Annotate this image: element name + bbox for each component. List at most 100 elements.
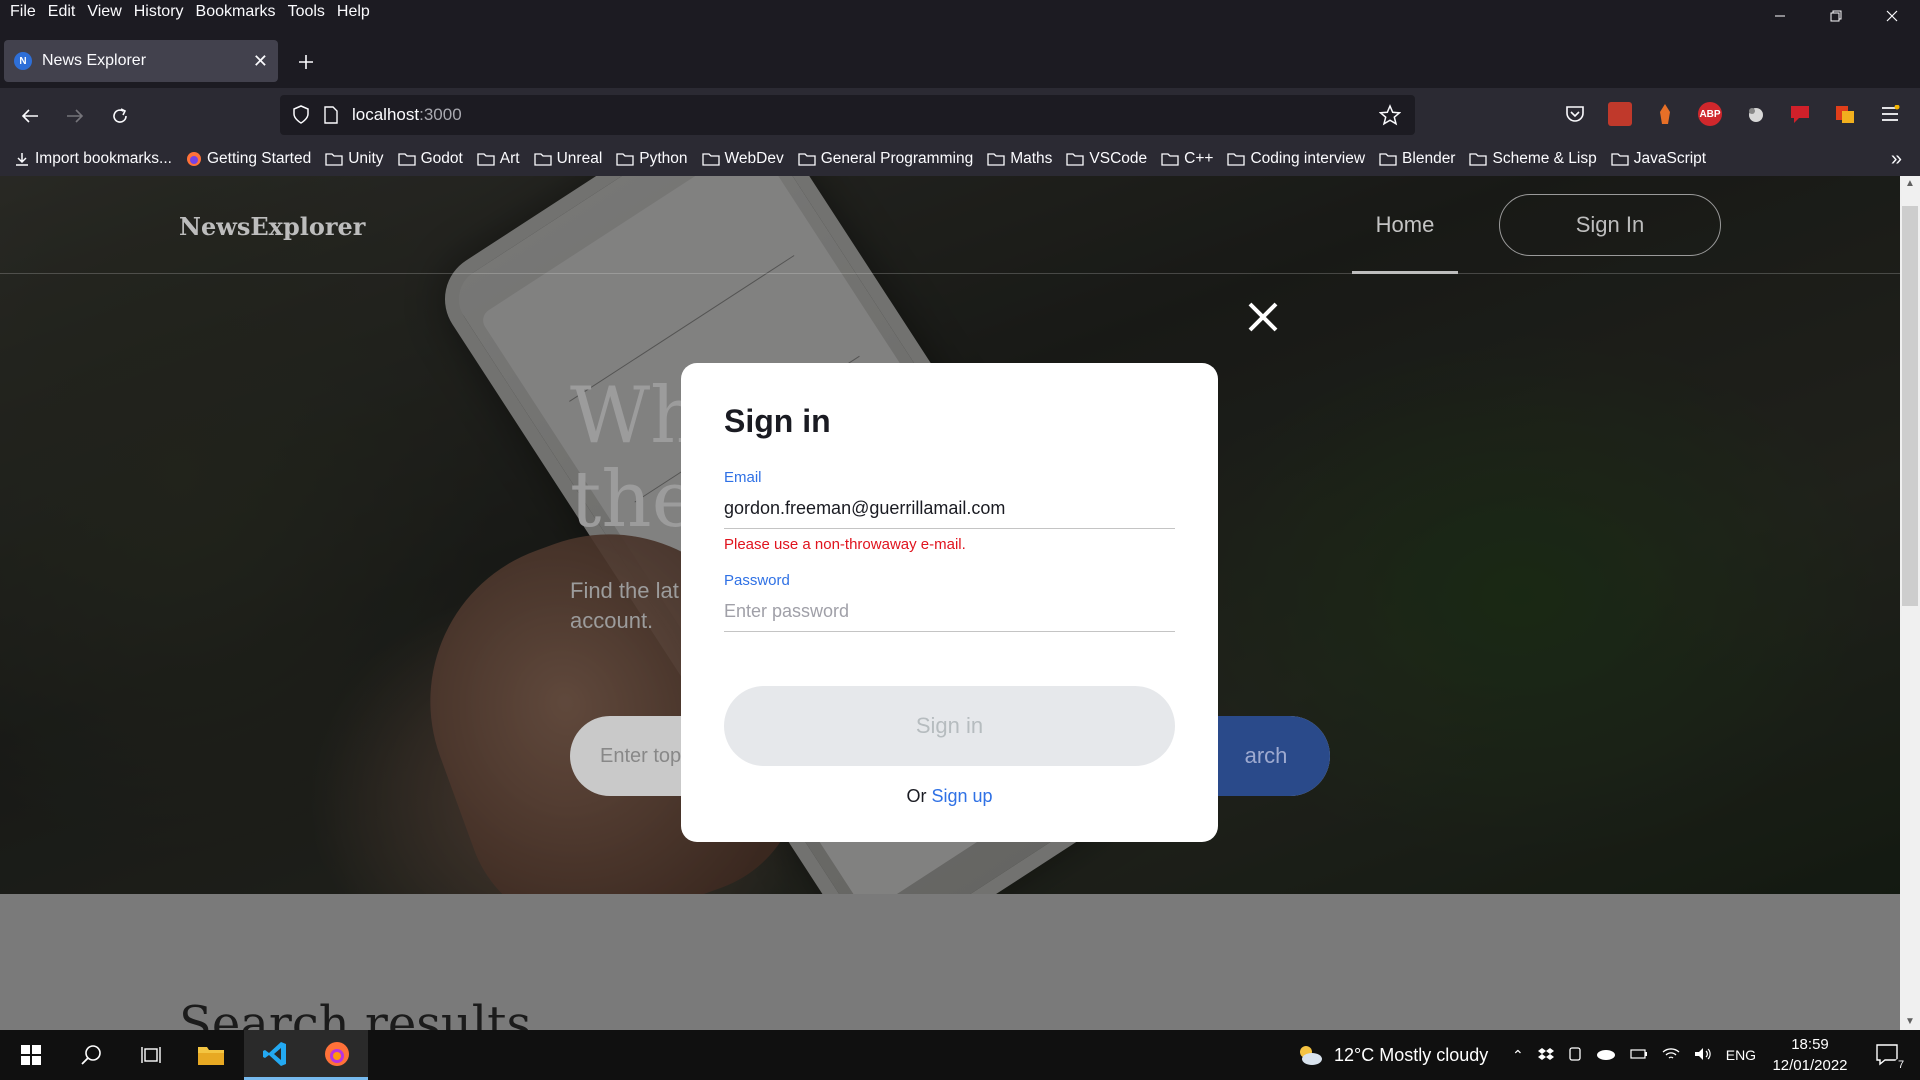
chevron-up-icon[interactable]: ⌃ — [1512, 1047, 1524, 1064]
folder-icon — [798, 152, 816, 166]
bookmarks-toolbar: Import bookmarks... Getting Started Unit… — [0, 142, 1920, 176]
bookmark-folder-maths[interactable]: Maths — [987, 150, 1052, 168]
bookmark-folder-vscode[interactable]: VSCode — [1066, 150, 1147, 168]
folder-icon — [325, 152, 343, 166]
task-view-button[interactable] — [120, 1030, 182, 1080]
menu-history[interactable]: History — [128, 3, 190, 21]
modal-close-button[interactable] — [1246, 300, 1280, 334]
shield-icon — [293, 105, 309, 124]
bookmark-folder-unity[interactable]: Unity — [325, 150, 384, 168]
restore-icon — [1830, 10, 1842, 22]
app-menu-button[interactable] — [1878, 102, 1902, 126]
bookmarks-overflow-chevron-icon[interactable]: » — [1891, 148, 1902, 171]
search-icon — [81, 1045, 101, 1065]
email-error-message: Please use a non-throwaway e-mail. — [724, 536, 966, 553]
extension-gray-icon[interactable] — [1743, 102, 1767, 126]
taskbar-search-button[interactable] — [60, 1030, 122, 1080]
folder-icon — [701, 152, 720, 166]
onedrive-cloud-icon[interactable] — [1596, 1047, 1616, 1063]
bookmark-folder-godot[interactable]: Godot — [397, 150, 463, 168]
new-tab-button[interactable] — [292, 48, 320, 76]
folder-icon — [397, 152, 416, 166]
hamburger-menu-icon — [1882, 105, 1900, 121]
email-label: Email — [724, 469, 762, 486]
restore-button[interactable] — [1808, 0, 1864, 32]
page-scrollbar[interactable]: ▲ ▼ — [1900, 176, 1920, 1030]
tab-title: News Explorer — [42, 52, 147, 69]
device-icon[interactable] — [1568, 1046, 1582, 1065]
arrow-left-icon — [21, 109, 38, 123]
bookmark-star-icon[interactable] — [1378, 104, 1402, 131]
bookmark-folder-scheme-lisp[interactable]: Scheme & Lisp — [1469, 150, 1597, 168]
close-icon — [1886, 10, 1898, 22]
bookmark-folder-blender[interactable]: Blender — [1379, 150, 1455, 168]
pocket-icon[interactable] — [1563, 102, 1587, 126]
menu-view[interactable]: View — [81, 3, 127, 21]
back-button[interactable] — [15, 101, 45, 131]
forward-button[interactable] — [60, 101, 90, 131]
windows-logo-icon — [21, 1045, 41, 1065]
bookmark-folder-general-programming[interactable]: General Programming — [798, 150, 973, 168]
nav-active-underline — [1352, 271, 1458, 274]
language-indicator[interactable]: ENG — [1726, 1047, 1756, 1063]
bookmark-folder-cpp[interactable]: C++ — [1161, 150, 1213, 168]
menu-help[interactable]: Help — [331, 3, 376, 21]
menu-bookmarks[interactable]: Bookmarks — [190, 3, 282, 21]
tab-close-icon[interactable]: ✕ — [253, 51, 268, 72]
window-controls — [1752, 0, 1920, 32]
vscode-taskbar-button[interactable] — [244, 1030, 306, 1080]
close-icon — [1248, 302, 1278, 332]
password-field[interactable] — [724, 592, 1175, 632]
system-clock[interactable]: 18:59 12/01/2022 — [1770, 1034, 1850, 1076]
folder-icon — [198, 1047, 224, 1065]
folder-icon — [616, 152, 634, 166]
folder-icon — [1469, 152, 1488, 166]
nav-home-link[interactable]: Home — [1352, 212, 1458, 238]
weather-widget[interactable]: 12°C Mostly cloudy — [1294, 1030, 1488, 1080]
bookmark-getting-started[interactable]: Getting Started — [186, 150, 311, 168]
sign-in-submit-button[interactable]: Sign in — [724, 686, 1175, 766]
scroll-down-arrow-icon[interactable]: ▼ — [1904, 1016, 1916, 1028]
file-explorer-taskbar-button[interactable] — [180, 1030, 242, 1080]
folder-icon — [533, 152, 552, 166]
sign-in-modal: Sign in Email Please use a non-throwaway… — [681, 363, 1218, 842]
bookmark-import[interactable]: Import bookmarks... — [14, 150, 172, 168]
email-field[interactable] — [724, 489, 1175, 529]
scroll-thumb[interactable] — [1902, 206, 1918, 606]
address-bar[interactable]: localhost:3000 — [280, 95, 1415, 135]
extension-fox-icon[interactable] — [1653, 102, 1677, 126]
close-window-button[interactable] — [1864, 0, 1920, 32]
menu-tools[interactable]: Tools — [282, 3, 331, 21]
bookmark-folder-webdev[interactable]: WebDev — [701, 150, 784, 168]
start-button[interactable] — [0, 1030, 62, 1080]
volume-icon[interactable] — [1694, 1047, 1712, 1064]
bookmark-folder-python[interactable]: Python — [616, 150, 688, 168]
reload-button[interactable] — [105, 101, 135, 131]
wifi-icon[interactable] — [1662, 1047, 1680, 1064]
bookmark-folder-art[interactable]: Art — [477, 150, 520, 168]
battery-icon[interactable] — [1630, 1047, 1648, 1063]
bookmark-folder-unreal[interactable]: Unreal — [533, 150, 602, 168]
system-tray: ⌃ ENG — [1512, 1030, 1756, 1080]
firefox-taskbar-button[interactable] — [306, 1030, 368, 1080]
reload-icon — [113, 108, 127, 123]
tab-news-explorer[interactable]: N News Explorer ✕ — [4, 40, 278, 82]
adblock-plus-icon[interactable]: ABP — [1698, 102, 1722, 126]
password-label: Password — [724, 572, 790, 589]
dropbox-icon[interactable] — [1537, 1047, 1554, 1064]
navigation-toolbar: localhost:3000 ABP — [0, 88, 1920, 142]
extension-red-icon[interactable] — [1608, 102, 1632, 126]
nav-sign-in-button[interactable]: Sign In — [1499, 194, 1721, 256]
scroll-up-arrow-icon[interactable]: ▲ — [1904, 178, 1916, 190]
notification-center-button[interactable]: 7 — [1860, 1030, 1916, 1080]
bookmark-folder-javascript[interactable]: JavaScript — [1611, 150, 1706, 168]
menu-file[interactable]: File — [4, 3, 42, 21]
site-logo[interactable]: NewsExplorer — [179, 212, 365, 241]
extension-office-icon[interactable] — [1833, 102, 1857, 126]
sign-up-link[interactable]: Sign up — [931, 786, 992, 806]
extension-video-icon[interactable] — [1788, 102, 1812, 126]
partly-cloudy-icon — [1300, 1046, 1322, 1065]
bookmark-folder-coding-interview[interactable]: Coding interview — [1227, 150, 1365, 168]
menu-edit[interactable]: Edit — [42, 3, 82, 21]
minimize-button[interactable] — [1752, 0, 1808, 32]
